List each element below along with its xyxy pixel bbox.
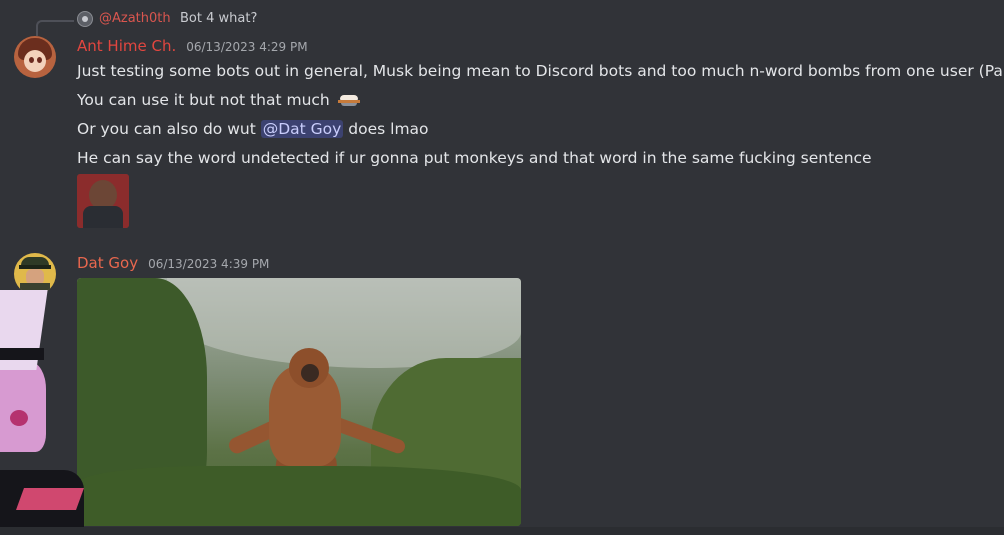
- user-mention[interactable]: @Dat Goy: [260, 120, 344, 138]
- message-text-content: You can use it but not that much: [77, 91, 330, 109]
- dancing-orangutan-gif[interactable]: [77, 278, 521, 526]
- message-text: Or you can also do wut @Dat Goy does lma…: [77, 120, 429, 138]
- message-text: You can use it but not that much: [77, 91, 360, 109]
- username[interactable]: Ant Hime Ch.: [77, 37, 176, 55]
- avatar-ant-hime[interactable]: [14, 36, 56, 78]
- man-portrait-sticker[interactable]: [77, 174, 129, 228]
- message-text-content: Or you can also do wut: [77, 120, 261, 138]
- reply-avatar-icon[interactable]: [77, 11, 93, 27]
- timestamp: 06/13/2023 4:39 PM: [148, 257, 270, 271]
- message-text-content: does lmao: [343, 120, 429, 138]
- message-header: Dat Goy 06/13/2023 4:39 PM: [77, 254, 269, 272]
- rowboat-emoji-icon[interactable]: [337, 94, 360, 107]
- message-text: Just testing some bots out in general, M…: [77, 62, 1004, 80]
- horizontal-scrollbar[interactable]: [0, 527, 1004, 535]
- message-text: He can say the word undetected if ur gon…: [77, 149, 872, 167]
- avatar-dat-goy[interactable]: [14, 253, 56, 295]
- streamer-avatar-overlay: [0, 290, 85, 535]
- reply-preview-text[interactable]: Bot 4 what?: [180, 11, 257, 26]
- chat-view: @Azath0th Bot 4 what? Ant Hime Ch. 06/13…: [0, 0, 1004, 535]
- username[interactable]: Dat Goy: [77, 254, 138, 272]
- reply-spine: [36, 20, 74, 36]
- timestamp: 06/13/2023 4:29 PM: [186, 40, 308, 54]
- message-header: Ant Hime Ch. 06/13/2023 4:29 PM: [77, 37, 308, 55]
- reply-username[interactable]: @Azath0th: [99, 11, 171, 26]
